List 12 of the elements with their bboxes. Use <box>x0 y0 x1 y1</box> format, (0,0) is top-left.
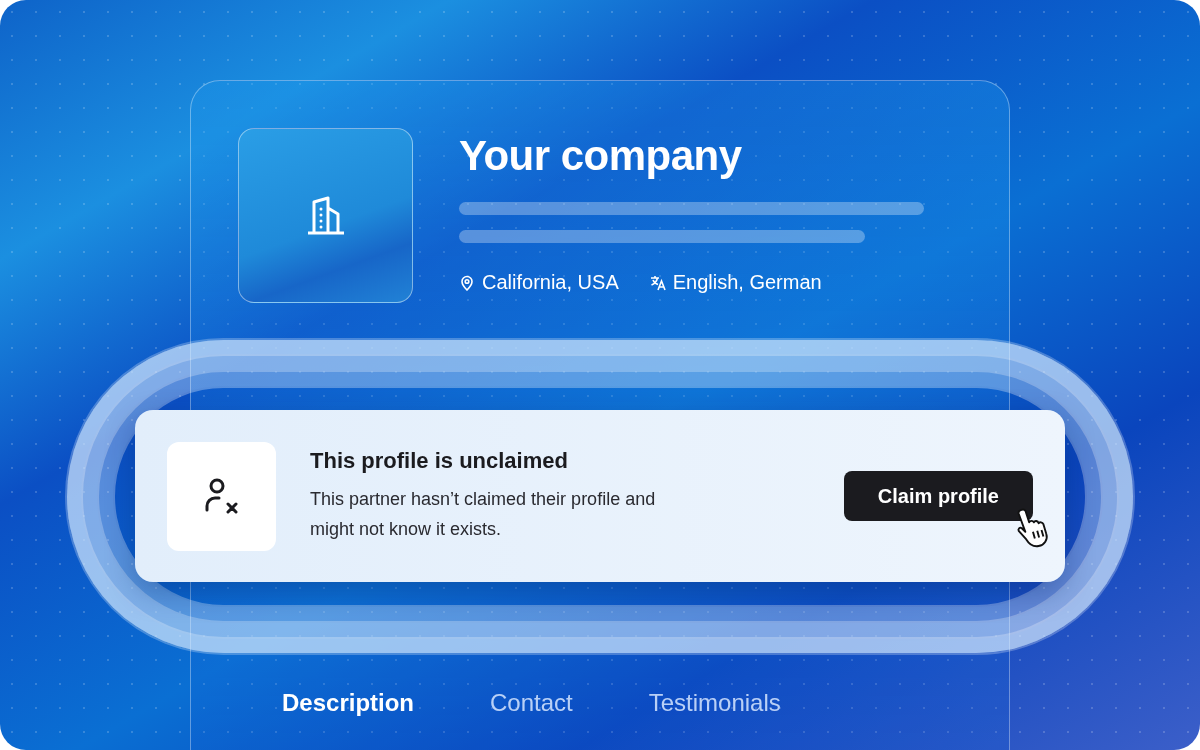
company-name: Your company <box>459 132 743 180</box>
building-icon <box>305 195 346 236</box>
notice-message: This partner hasn’t claimed their profile and might not know it exists. <box>310 488 657 541</box>
tab[interactable]: Testimonials <box>648 689 781 717</box>
location-text: California, USA <box>482 271 619 294</box>
tab[interactable]: Contact <box>490 689 573 717</box>
location-pin-icon <box>459 274 475 291</box>
tab[interactable]: Description <box>282 689 415 717</box>
claim-profile-button[interactable]: Claim profile <box>843 471 1033 521</box>
notice-title: This profile is unclaimed <box>310 448 569 474</box>
translate-icon <box>649 274 666 291</box>
languages-text: English, German <box>672 271 822 294</box>
